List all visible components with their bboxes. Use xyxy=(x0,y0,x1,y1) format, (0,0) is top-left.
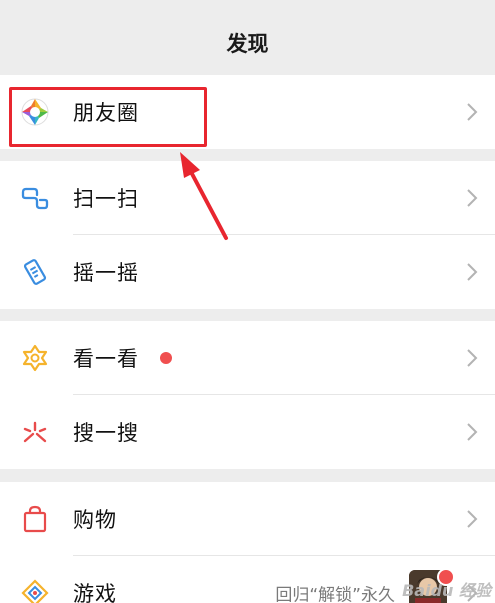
row-shopping[interactable]: 购物 xyxy=(0,482,495,556)
chevron-right-icon xyxy=(467,510,478,528)
group-scan-shake: 扫一扫 摇一摇 xyxy=(0,161,495,309)
row-top-stories[interactable]: 看一看 xyxy=(0,321,495,395)
row-label-top-stories: 看一看 xyxy=(73,347,139,371)
chevron-right-icon xyxy=(467,423,478,441)
chevron-right-icon xyxy=(467,263,478,281)
row-search[interactable]: 搜一搜 xyxy=(0,395,495,469)
shake-icon xyxy=(20,257,50,287)
group-stories-search: 看一看 搜一搜 xyxy=(0,321,495,469)
search-star-icon xyxy=(20,417,50,447)
top-stories-icon xyxy=(20,343,50,373)
scan-icon xyxy=(20,183,50,213)
row-label-games: 游戏 xyxy=(73,582,117,603)
row-label-shake: 摇一摇 xyxy=(73,261,139,285)
app-header: 发现 xyxy=(0,0,495,75)
notification-dot xyxy=(160,352,172,364)
shopping-bag-icon xyxy=(20,504,50,534)
chevron-right-icon xyxy=(467,189,478,207)
chevron-right-icon xyxy=(467,349,478,367)
row-scan[interactable]: 扫一扫 xyxy=(0,161,495,235)
chevron-right-icon xyxy=(467,103,478,121)
watermark: Baidu 经验 xyxy=(402,581,491,600)
row-label-shopping: 购物 xyxy=(73,508,117,532)
highlight-box xyxy=(9,87,207,147)
row-shake[interactable]: 摇一摇 xyxy=(0,235,495,309)
games-diamond-icon xyxy=(20,578,50,603)
page-title: 发现 xyxy=(226,31,269,56)
games-promo-text: 回归“解锁”永久 xyxy=(275,585,395,603)
row-label-search: 搜一搜 xyxy=(73,421,139,445)
row-label-scan: 扫一扫 xyxy=(73,187,139,211)
